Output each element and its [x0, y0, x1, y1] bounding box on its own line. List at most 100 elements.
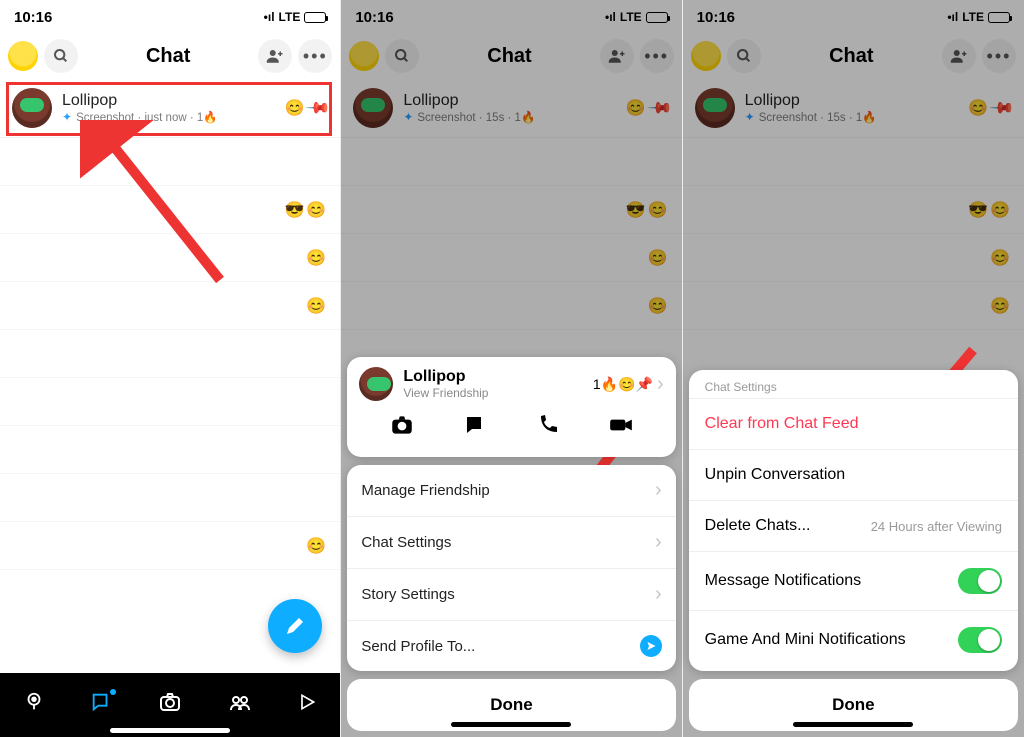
add-friend-button: [600, 39, 634, 73]
tab-chat[interactable]: [90, 691, 112, 719]
status-network: LTE: [279, 10, 301, 24]
profile-bitmoji-icon: [349, 41, 379, 71]
chat-row-lollipop[interactable]: Lollipop ✦ Screenshot · just now · 1🔥 😊 📌: [0, 78, 340, 138]
avatar: [353, 88, 393, 128]
search-button[interactable]: [44, 39, 78, 73]
tab-stories[interactable]: [228, 690, 252, 720]
contact-status: Screenshot · just now · 1🔥: [76, 110, 218, 124]
search-button: [385, 39, 419, 73]
profile-bitmoji-icon[interactable]: [8, 41, 38, 71]
chevron-right-icon: ›: [657, 373, 664, 396]
tab-camera[interactable]: [158, 690, 182, 720]
page-title: Chat: [767, 45, 936, 68]
contact-status: Screenshot · 15s · 1🔥: [759, 110, 877, 124]
toggle-on-icon[interactable]: [958, 627, 1002, 653]
profile-row[interactable]: Lollipop View Friendship 1🔥😊📌 ›: [359, 367, 663, 401]
profile-card: Lollipop View Friendship 1🔥😊📌 ›: [347, 357, 675, 457]
bff-emoji-icon: 😊: [626, 98, 646, 118]
menu-label: Manage Friendship: [361, 482, 489, 499]
notification-dot-icon: [110, 689, 116, 695]
phone-icon: [536, 413, 560, 437]
status-time: 10:16: [697, 9, 735, 26]
emoji-icon: 😊: [306, 536, 326, 556]
status-bar: 10:16 •ıl LTE: [0, 0, 340, 34]
chat-meta: Lollipop ✦ Screenshot · just now · 1🔥: [62, 92, 218, 124]
list-item[interactable]: 😎😊: [0, 186, 340, 234]
view-friendship-label: View Friendship: [403, 386, 488, 400]
screenshot-icon: ✦: [403, 110, 413, 124]
pin-icon: 📌: [988, 93, 1016, 121]
snap-button[interactable]: [386, 411, 418, 439]
home-indicator: [793, 722, 913, 727]
chat-header: Chat •••: [0, 34, 340, 78]
list-item: 😎😊: [683, 186, 1024, 234]
battery-icon: [988, 12, 1010, 23]
list-item[interactable]: [0, 378, 340, 426]
menu-chat-settings[interactable]: Chat Settings ›: [347, 516, 675, 568]
avatar: [359, 367, 393, 401]
compose-button[interactable]: [268, 599, 322, 653]
list-item: 😊: [683, 234, 1024, 282]
chat-button[interactable]: [459, 411, 491, 439]
send-icon: [640, 635, 662, 657]
emoji-icon: 😊: [306, 248, 326, 268]
cs-label: Message Notifications: [705, 572, 862, 590]
screenshot-icon: ✦: [62, 110, 72, 124]
bff-emoji-icon: 😊: [968, 98, 988, 118]
add-friend-button[interactable]: [258, 39, 292, 73]
chat-settings-sheet: Chat Settings Clear from Chat Feed Unpin…: [689, 370, 1018, 731]
screenshot-icon: ✦: [745, 110, 755, 124]
battery-icon: [304, 12, 326, 23]
cs-unpin[interactable]: Unpin Conversation: [689, 449, 1018, 500]
list-item[interactable]: [0, 138, 340, 186]
status-bar: 10:16 •ıl LTE: [683, 0, 1024, 34]
menu-story-settings[interactable]: Story Settings ›: [347, 568, 675, 620]
chat-header: Chat •••: [683, 34, 1024, 78]
list-item[interactable]: 😊: [0, 522, 340, 570]
add-friend-icon: [950, 47, 968, 65]
chevron-right-icon: ›: [655, 479, 662, 502]
tab-map[interactable]: [23, 691, 45, 719]
add-friend-button: [942, 39, 976, 73]
camera-icon: [158, 690, 182, 714]
chat-row-lollipop: Lollipop ✦Screenshot · 15s · 1🔥 😊 📌: [683, 78, 1024, 138]
call-button[interactable]: [532, 411, 564, 439]
cs-delete-chats[interactable]: Delete Chats... 24 Hours after Viewing: [689, 500, 1018, 551]
menu-card: Manage Friendship › Chat Settings › Stor…: [347, 465, 675, 671]
video-button[interactable]: [605, 411, 637, 439]
more-button[interactable]: •••: [298, 39, 332, 73]
menu-send-profile[interactable]: Send Profile To...: [347, 620, 675, 671]
toggle-on-icon[interactable]: [958, 568, 1002, 594]
status-network: LTE: [962, 10, 984, 24]
menu-label: Story Settings: [361, 586, 454, 603]
tab-spotlight[interactable]: [297, 692, 317, 718]
panel-1: 10:16 •ıl LTE Chat ••• Lollipop ✦ Screens…: [0, 0, 341, 737]
menu-manage-friendship[interactable]: Manage Friendship ›: [347, 465, 675, 516]
cs-message-notifications[interactable]: Message Notifications: [689, 551, 1018, 610]
search-icon: [394, 48, 410, 64]
search-button: [727, 39, 761, 73]
list-item[interactable]: 😊: [0, 282, 340, 330]
done-label: Done: [490, 695, 533, 714]
page-title: Chat: [425, 45, 593, 68]
done-label: Done: [832, 695, 875, 714]
contact-name: Lollipop: [62, 92, 218, 110]
status-right: •ıl LTE: [947, 10, 1010, 24]
status-time: 10:16: [355, 9, 393, 26]
list-item[interactable]: [0, 474, 340, 522]
list-item[interactable]: [0, 330, 340, 378]
list-item[interactable]: [0, 426, 340, 474]
cs-clear-feed[interactable]: Clear from Chat Feed: [689, 398, 1018, 449]
list-item[interactable]: 😊: [0, 234, 340, 282]
bff-emoji-icon: 😊: [284, 98, 304, 118]
pin-icon: 📌: [304, 93, 332, 121]
search-icon: [736, 48, 752, 64]
play-icon: [297, 692, 317, 712]
panel-2: 10:16 •ıl LTE Chat ••• Lollipop ✦Screens…: [341, 0, 682, 737]
more-button: •••: [640, 39, 674, 73]
contact-name: Lollipop: [403, 92, 535, 110]
cs-game-notifications[interactable]: Game And Mini Notifications: [689, 610, 1018, 669]
cs-label: Game And Mini Notifications: [705, 631, 906, 649]
stories-icon: [228, 690, 252, 714]
avatar: [695, 88, 735, 128]
